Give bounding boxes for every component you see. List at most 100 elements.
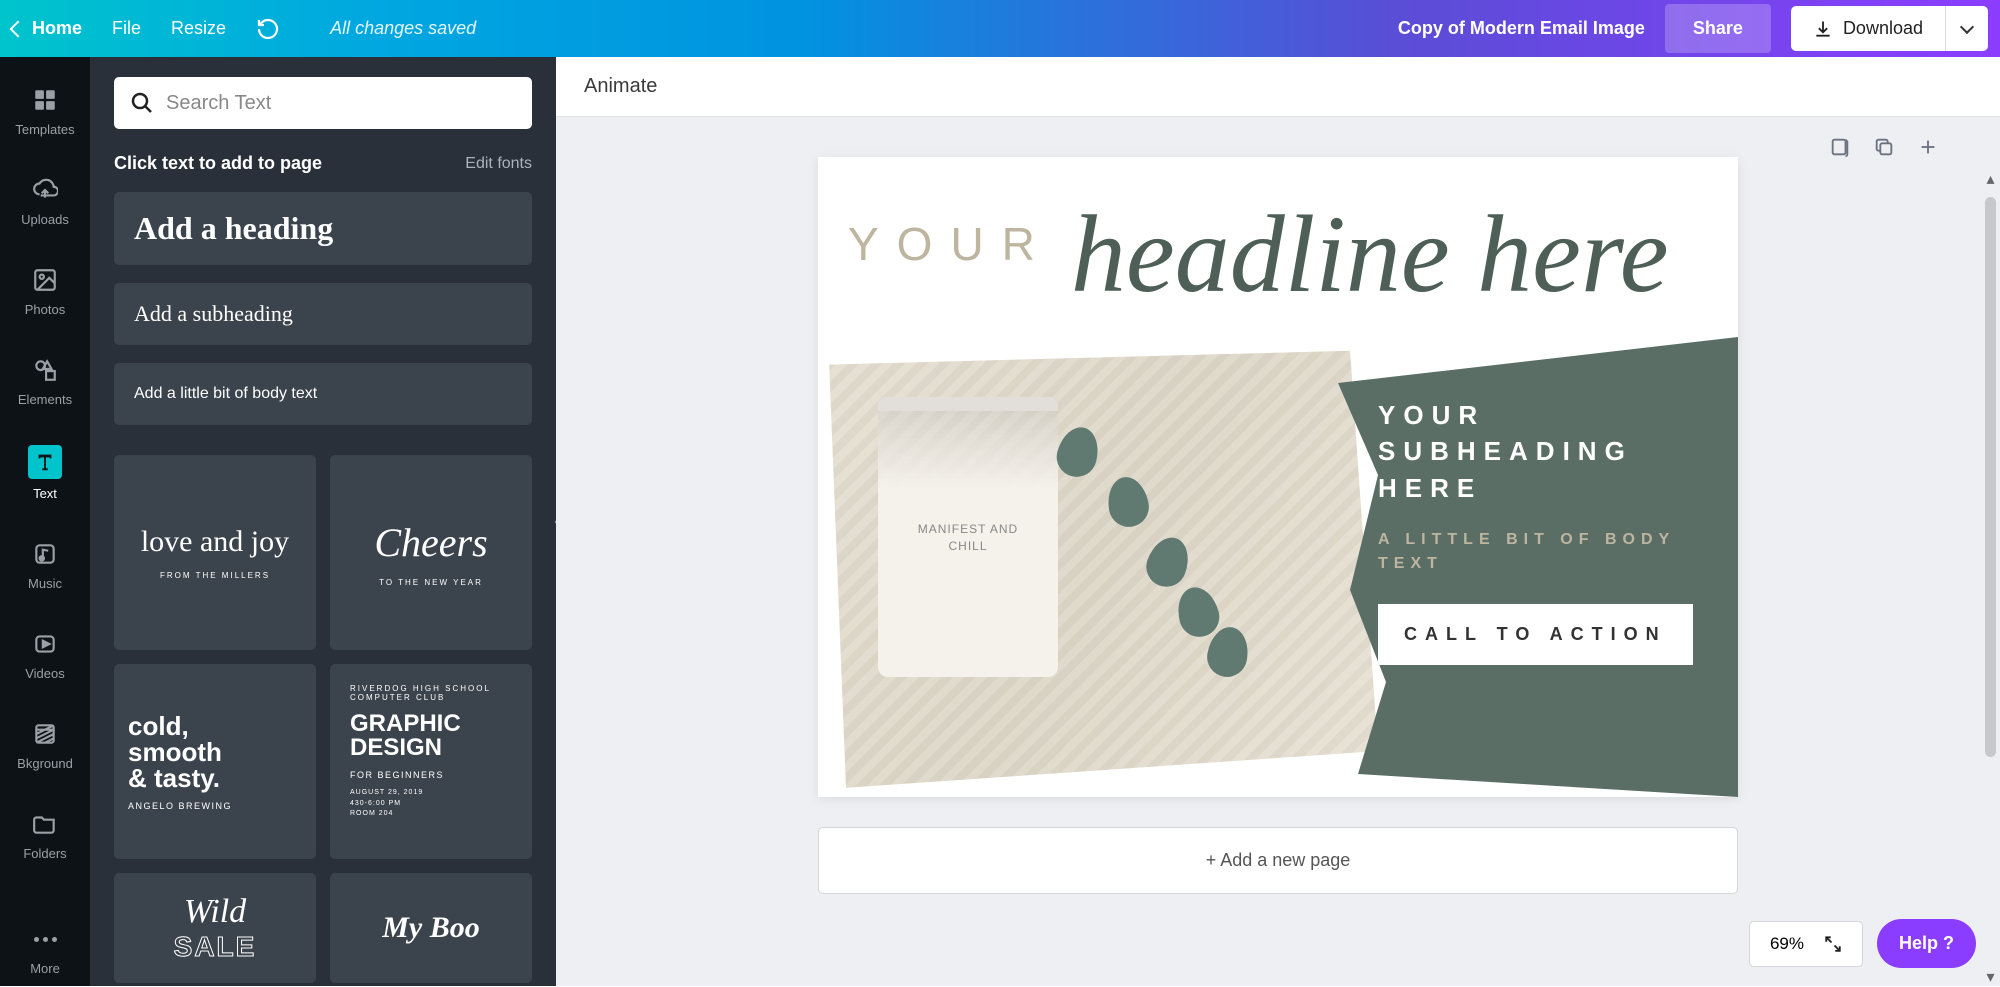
photo-element[interactable]: MANIFEST AND CHILL — [818, 337, 1378, 797]
subheading-text[interactable]: YOUR SUBHEADING HERE — [1378, 397, 1718, 506]
chevron-left-icon — [10, 20, 27, 37]
tile-event: AUGUST 29, 2019 430-6:00 PM ROOM 204 — [350, 788, 423, 820]
rail-background[interactable]: Bkground — [0, 709, 90, 781]
tile-text: love and joy — [141, 525, 289, 559]
templates-icon — [30, 85, 60, 115]
rail-more[interactable]: More — [0, 927, 90, 986]
chevron-down-icon — [1960, 19, 1974, 33]
green-shape[interactable]: YOUR SUBHEADING HERE A LITTLE BIT OF BOD… — [1338, 337, 1738, 797]
tile-text: smooth — [128, 739, 222, 765]
vertical-scrollbar[interactable]: ▴ ▾ — [1984, 172, 1997, 983]
headline-prefix[interactable]: YOUR — [848, 217, 1053, 271]
fullscreen-icon[interactable] — [1824, 935, 1842, 953]
scroll-up-icon[interactable]: ▴ — [1984, 172, 1997, 185]
help-button[interactable]: Help ? — [1877, 919, 1976, 968]
text-template-tile[interactable]: love and joy FROM THE MILLERS — [114, 455, 316, 650]
edit-fonts-link[interactable]: Edit fonts — [465, 155, 532, 173]
background-icon — [30, 719, 60, 749]
footer-controls: 69% Help ? — [1749, 919, 1976, 968]
cta-button[interactable]: CALL TO ACTION — [1378, 604, 1693, 665]
save-status: All changes saved — [330, 18, 476, 39]
text-template-tile[interactable]: RIVERDOG HIGH SCHOOL COMPUTER CLUB GRAPH… — [330, 664, 532, 859]
headline-script[interactable]: headline here — [1071, 238, 1669, 271]
rail-videos[interactable]: Videos — [0, 619, 90, 691]
add-page-icon[interactable] — [1916, 135, 1940, 159]
tile-sub: ANGELO BREWING — [128, 801, 232, 811]
add-heading-option[interactable]: Add a heading — [114, 192, 532, 265]
notes-icon[interactable] — [1828, 135, 1852, 159]
tile-sub: FROM THE MILLERS — [160, 571, 270, 580]
text-template-tile[interactable]: Cheers TO THE NEW YEAR — [330, 455, 532, 650]
rail-folders-label: Folders — [23, 846, 66, 861]
tile-sub: FOR BEGINNERS — [350, 770, 444, 780]
tile-text: DESIGN — [350, 736, 442, 760]
rail-photos[interactable]: Photos — [0, 255, 90, 327]
rail-uploads-label: Uploads — [21, 212, 69, 227]
download-button[interactable]: Download — [1791, 6, 1946, 51]
tile-text: cold, — [128, 713, 189, 739]
rail-folders[interactable]: Folders — [0, 799, 90, 871]
rail-elements-label: Elements — [18, 392, 72, 407]
tile-sub: TO THE NEW YEAR — [379, 578, 483, 587]
scrollbar-thumb[interactable] — [1985, 197, 1996, 757]
uploads-icon — [30, 175, 60, 205]
elements-icon — [30, 355, 60, 385]
text-template-tile[interactable]: Wild SALE — [114, 873, 316, 983]
document-title[interactable]: Copy of Modern Email Image — [1398, 18, 1645, 39]
body-text[interactable]: A LITTLE BIT OF BODY TEXT — [1378, 528, 1718, 576]
photos-icon — [30, 265, 60, 295]
search-box[interactable] — [114, 77, 532, 129]
rail-photos-label: Photos — [25, 302, 65, 317]
text-template-tile[interactable]: My Boo — [330, 873, 532, 983]
tile-sub: SALE — [174, 931, 257, 963]
panel-collapse-handle[interactable] — [548, 467, 556, 577]
tile-text: My Boo — [382, 911, 480, 945]
download-icon — [1813, 19, 1833, 39]
text-icon — [28, 445, 62, 479]
music-icon — [30, 539, 60, 569]
rail-more-label: More — [30, 961, 60, 976]
top-menu-bar: Home File Resize All changes saved Copy … — [0, 0, 2000, 57]
duplicate-page-icon[interactable] — [1872, 135, 1896, 159]
search-icon — [130, 91, 154, 115]
undo-icon[interactable] — [256, 17, 280, 41]
text-template-tile[interactable]: cold, smooth & tasty. ANGELO BREWING — [114, 664, 316, 859]
home-link[interactable]: Home — [12, 18, 82, 39]
animate-button[interactable]: Animate — [584, 75, 657, 97]
rail-uploads[interactable]: Uploads — [0, 165, 90, 237]
rail-templates-label: Templates — [15, 122, 74, 137]
rail-background-label: Bkground — [17, 756, 73, 771]
download-dropdown[interactable] — [1946, 6, 1988, 51]
left-rail: Templates Uploads Photos Elements Text M… — [0, 57, 90, 986]
tile-text: Wild — [184, 893, 246, 931]
add-body-option[interactable]: Add a little bit of body text — [114, 363, 532, 425]
file-menu[interactable]: File — [112, 18, 141, 39]
add-page-button[interactable]: + Add a new page — [818, 827, 1738, 894]
tile-text: GRAPHIC — [350, 712, 461, 736]
download-label: Download — [1843, 18, 1923, 39]
search-input[interactable] — [166, 92, 516, 115]
rail-videos-label: Videos — [25, 666, 65, 681]
tile-top: RIVERDOG HIGH SCHOOL COMPUTER CLUB — [350, 684, 491, 702]
home-label: Home — [32, 18, 82, 39]
tile-text: Cheers — [374, 519, 487, 566]
rail-text[interactable]: Text — [0, 435, 90, 511]
design-page[interactable]: YOUR headline here MANIFEST AND CHILL — [818, 157, 1738, 797]
tile-text: & tasty. — [128, 765, 220, 791]
canvas-area: Animate YOUR headline here MANIFEST AND … — [556, 57, 2000, 986]
videos-icon — [30, 629, 60, 659]
resize-menu[interactable]: Resize — [171, 18, 226, 39]
more-icon — [34, 937, 57, 942]
design-stage[interactable]: YOUR headline here MANIFEST AND CHILL — [556, 117, 2000, 986]
rail-music-label: Music — [28, 576, 62, 591]
folders-icon — [30, 809, 60, 839]
zoom-control[interactable]: 69% — [1749, 921, 1863, 967]
page-actions — [1828, 135, 1940, 159]
add-subheading-option[interactable]: Add a subheading — [114, 283, 532, 345]
rail-elements[interactable]: Elements — [0, 345, 90, 417]
rail-music[interactable]: Music — [0, 529, 90, 601]
scroll-down-icon[interactable]: ▾ — [1984, 970, 1997, 983]
share-button[interactable]: Share — [1665, 4, 1771, 53]
rail-templates[interactable]: Templates — [0, 75, 90, 147]
canvas-toolbar: Animate — [556, 57, 2000, 117]
